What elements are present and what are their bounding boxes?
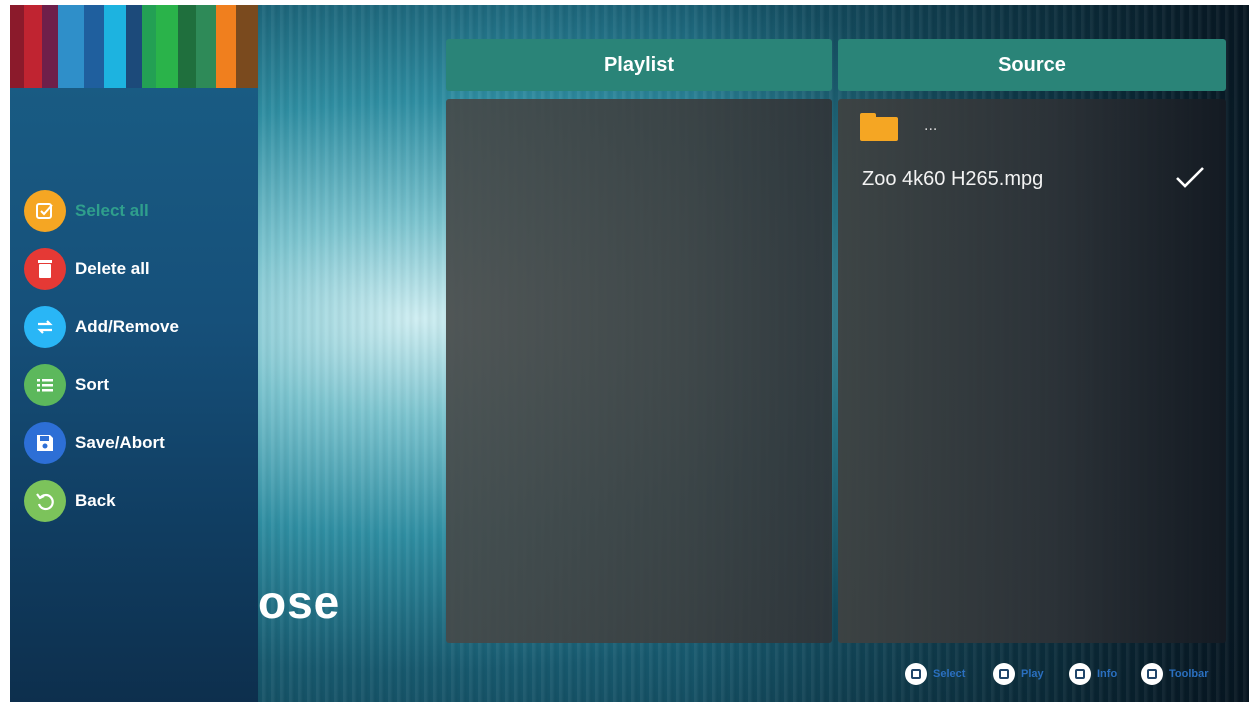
list-icon bbox=[24, 364, 66, 406]
screen-frame: Select all Delete all Add/Remove Sort Sa… bbox=[10, 5, 1249, 702]
playlist-header-label: Playlist bbox=[603, 53, 675, 76]
hint-label: Toolbar bbox=[1169, 668, 1209, 680]
menu-item-back[interactable]: Back bbox=[24, 479, 116, 523]
menu-label-select-all: Select all bbox=[75, 201, 149, 220]
playlist-panel[interactable] bbox=[446, 99, 832, 643]
menu-item-sort[interactable]: Sort bbox=[24, 363, 109, 407]
color-stripe bbox=[216, 5, 236, 88]
file-name: Zoo 4k60 H265.mpg bbox=[862, 167, 1044, 190]
trash-icon bbox=[24, 248, 66, 290]
source-header-label: Source bbox=[998, 53, 1066, 76]
hint-label: Play bbox=[1021, 668, 1044, 680]
source-panel[interactable]: ... Zoo 4k60 H265.mpg bbox=[838, 99, 1226, 643]
color-stripe bbox=[24, 5, 42, 88]
color-stripe bbox=[236, 5, 258, 88]
menu-label-back: Back bbox=[75, 491, 116, 510]
swap-arrows-icon bbox=[24, 306, 66, 348]
menu-label-save-abort: Save/Abort bbox=[75, 433, 165, 452]
sidebar: Select all Delete all Add/Remove Sort Sa… bbox=[10, 5, 258, 702]
color-stripe bbox=[196, 5, 216, 88]
menu-item-select-all[interactable]: Select all bbox=[24, 189, 149, 233]
parent-folder-row[interactable]: ... bbox=[838, 113, 1226, 143]
ok-button-icon bbox=[905, 663, 927, 685]
check-icon bbox=[1174, 165, 1206, 194]
hint-label: Select bbox=[933, 668, 966, 680]
color-stripe bbox=[178, 5, 196, 88]
parent-folder-label: ... bbox=[924, 117, 938, 134]
color-stripe bbox=[126, 5, 142, 88]
checkbox-edit-icon bbox=[24, 190, 66, 232]
hint-toolbar: Toolbar bbox=[1141, 663, 1209, 685]
color-stripe bbox=[58, 5, 84, 88]
refresh-back-icon bbox=[24, 480, 66, 522]
menu-item-add-remove[interactable]: Add/Remove bbox=[24, 305, 179, 349]
menu-label-delete-all: Delete all bbox=[75, 259, 150, 278]
color-stripe bbox=[142, 5, 156, 88]
hint-select: Select bbox=[905, 663, 965, 685]
hint-label: Info bbox=[1097, 668, 1118, 680]
color-stripe bbox=[156, 5, 178, 88]
options-button-icon bbox=[1141, 663, 1163, 685]
color-stripe bbox=[104, 5, 126, 88]
color-stripe-banner bbox=[10, 5, 258, 88]
menu-item-save-abort[interactable]: Save/Abort bbox=[24, 421, 165, 465]
hint-info: Info bbox=[1069, 663, 1117, 685]
tab-source[interactable]: Source bbox=[838, 39, 1226, 91]
background-title-text: ose bbox=[258, 576, 341, 628]
play-button-icon bbox=[993, 663, 1015, 685]
info-button-icon bbox=[1069, 663, 1091, 685]
color-stripe bbox=[84, 5, 104, 88]
list-item[interactable]: Zoo 4k60 H265.mpg bbox=[838, 161, 1226, 197]
hint-play: Play bbox=[993, 663, 1044, 685]
floppy-disk-icon bbox=[24, 422, 66, 464]
color-stripe bbox=[42, 5, 58, 88]
menu-label-sort: Sort bbox=[75, 375, 109, 394]
tab-playlist[interactable]: Playlist bbox=[446, 39, 832, 91]
folder-icon bbox=[860, 113, 898, 141]
color-stripe bbox=[10, 5, 24, 88]
menu-item-delete-all[interactable]: Delete all bbox=[24, 247, 150, 291]
menu-label-add-remove: Add/Remove bbox=[75, 317, 179, 336]
